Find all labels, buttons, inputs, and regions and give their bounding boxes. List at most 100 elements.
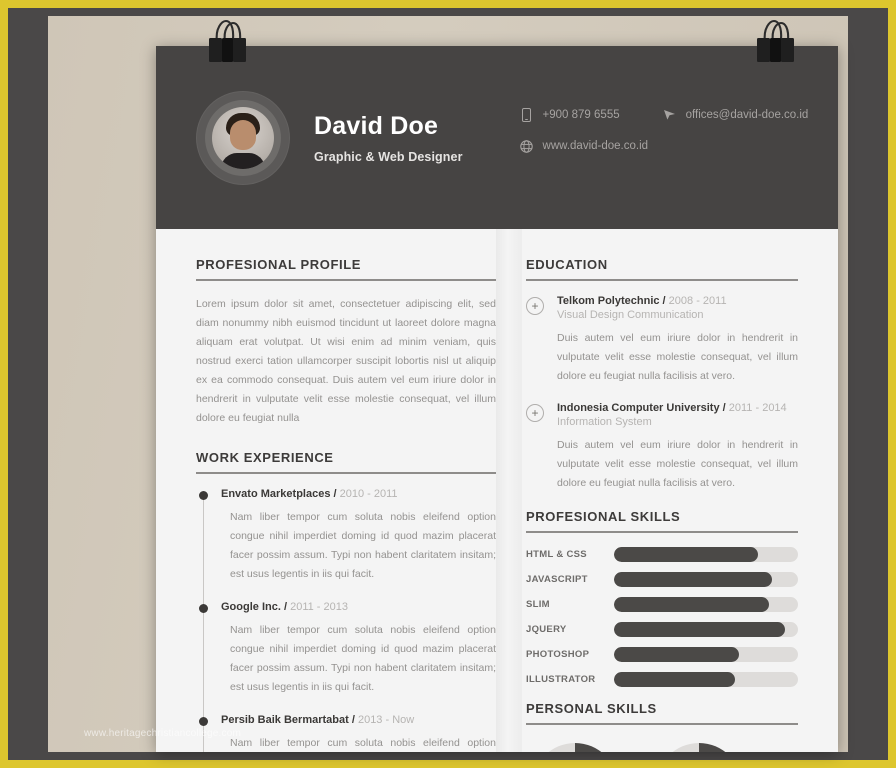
skill-track	[614, 622, 798, 637]
skill-fill	[614, 647, 740, 662]
work-title: WORK EXPERIENCE	[196, 450, 334, 465]
work-text: Nam liber tempor cum soluta nobis eleife…	[230, 624, 496, 693]
skill-track	[614, 647, 798, 662]
skill-row: SLIM	[526, 597, 798, 612]
professional-skills-rule	[526, 531, 798, 533]
skill-fill	[614, 622, 786, 637]
resume-sheet: David Doe Graphic & Web Designer +900 87…	[156, 46, 838, 752]
name-block: David Doe Graphic & Web Designer	[314, 112, 463, 164]
work-item: Google Inc. / 2011 - 2013 Nam liber temp…	[198, 601, 496, 697]
avatar-photo	[212, 106, 274, 169]
profile-text: Lorem ipsum dolor sit amet, consectetuer…	[196, 298, 496, 424]
resume-header: David Doe Graphic & Web Designer +900 87…	[156, 46, 838, 229]
binder-clip-right	[748, 16, 802, 62]
education-title: EDUCATION	[526, 257, 608, 272]
work-org: Envato Marketplaces /	[221, 488, 337, 500]
skill-track	[614, 547, 798, 562]
education-item-main: Indonesia Computer University / 2011 - 2…	[557, 402, 798, 493]
skill-row: ILLUSTRATOR	[526, 672, 798, 687]
section-education: EDUCATION + Telkom Polytechnic / 2008 - …	[526, 257, 798, 493]
professional-skills-title: PROFESIONAL SKILLS	[526, 509, 681, 524]
work-rule	[196, 472, 496, 474]
contact-row-bottom: www.david-doe.co.id	[519, 139, 809, 154]
education-date: 2011 - 2014	[728, 402, 787, 414]
skill-fill	[614, 547, 758, 562]
plus-circle-icon: +	[526, 404, 544, 422]
skill-row: JQUERY	[526, 622, 798, 637]
personal-skills-rule	[526, 723, 798, 725]
watermark-text: www.heritagechristiancollege.com	[84, 728, 242, 739]
skill-row: PHOTOSHOP	[526, 647, 798, 662]
education-head: Telkom Polytechnic / 2008 - 2011	[557, 295, 798, 307]
skill-list: HTML & CSS JAVASCRIPT SLIM JQUERY PHOTOSHOP I…	[526, 547, 798, 687]
section-work-experience: WORK EXPERIENCE Envato Marketplaces / 20…	[196, 450, 496, 752]
section-profile: PROFESIONAL PROFILE Lorem ipsum dolor si…	[196, 257, 496, 428]
education-major: Visual Design Communication	[557, 309, 704, 321]
skill-fill	[614, 597, 769, 612]
education-major: Information System	[557, 416, 652, 428]
right-column: EDUCATION + Telkom Polytechnic / 2008 - …	[496, 229, 838, 752]
work-timeline: Envato Marketplaces / 2010 - 2011 Nam li…	[196, 488, 496, 752]
resume-body: PROFESIONAL PROFILE Lorem ipsum dolor si…	[156, 229, 838, 752]
contact-phone[interactable]: +900 879 6555	[519, 108, 620, 123]
plus-circle-icon: +	[526, 297, 544, 315]
skill-row: JAVASCRIPT	[526, 572, 798, 587]
contact-row-top: +900 879 6555 offices@david-doe.co.id	[519, 108, 809, 123]
contact-email[interactable]: offices@david-doe.co.id	[662, 108, 809, 123]
donut-chart-list	[526, 743, 798, 752]
avatar	[196, 90, 290, 185]
skill-track	[614, 672, 798, 687]
skill-label: SLIM	[526, 599, 550, 610]
education-item: + Telkom Polytechnic / 2008 - 2011 Visua…	[526, 295, 798, 386]
skill-label: JAVASCRIPT	[526, 574, 588, 585]
binder-clip-left	[200, 16, 254, 62]
work-item: Envato Marketplaces / 2010 - 2011 Nam li…	[198, 488, 496, 584]
left-column: PROFESIONAL PROFILE Lorem ipsum dolor si…	[156, 229, 496, 752]
avatar-face	[230, 119, 256, 150]
education-item: + Indonesia Computer University / 2011 -…	[526, 402, 798, 493]
work-org: Google Inc. /	[221, 601, 288, 613]
work-date: 2011 - 2013	[290, 601, 348, 613]
outer-yellow-frame: www.heritagechristiancollege.com David D…	[0, 0, 896, 768]
skill-label: JQUERY	[526, 624, 567, 635]
donut-chart	[532, 743, 618, 752]
globe-icon	[519, 139, 534, 154]
job-title: Graphic & Web Designer	[314, 149, 463, 164]
work-date: 2013 - Now	[357, 714, 415, 726]
profile-rule	[196, 279, 496, 281]
profile-title: PROFESIONAL PROFILE	[196, 257, 362, 272]
work-text: Nam liber tempor cum soluta nobis eleife…	[230, 511, 496, 580]
paper-backdrop: www.heritagechristiancollege.com David D…	[48, 16, 848, 752]
avatar-shoulders	[221, 152, 265, 169]
education-text: Duis autem vel eum iriure dolor in hendr…	[557, 439, 798, 489]
phone-icon	[519, 108, 534, 123]
education-head: Indonesia Computer University / 2011 - 2…	[557, 402, 798, 414]
contact-website[interactable]: www.david-doe.co.id	[519, 139, 648, 154]
personal-skills-title: PERSONAL SKILLS	[526, 701, 657, 716]
education-text: Duis autem vel eum iriure dolor in hendr…	[557, 332, 798, 382]
work-date: 2010 - 2011	[339, 488, 398, 500]
work-item-head: Envato Marketplaces / 2010 - 2011	[221, 488, 496, 500]
skill-track	[614, 597, 798, 612]
work-item-head: Persib Baik Bermartabat / 2013 - Now	[221, 714, 496, 726]
donut-chart	[656, 743, 742, 752]
skill-track	[614, 572, 798, 587]
skill-row: HTML & CSS	[526, 547, 798, 562]
contact-list: +900 879 6555 offices@david-doe.co.id ww…	[519, 108, 809, 170]
contact-email-text: offices@david-doe.co.id	[685, 109, 809, 121]
skill-label: ILLUSTRATOR	[526, 674, 596, 685]
education-school: Telkom Polytechnic /	[557, 295, 666, 307]
work-item: Persib Baik Bermartabat / 2013 - Now Nam…	[198, 714, 496, 752]
section-professional-skills: PROFESIONAL SKILLS HTML & CSS JAVASCRIPT S…	[526, 509, 798, 687]
skill-label: PHOTOSHOP	[526, 649, 590, 660]
page-title: David Doe	[314, 111, 439, 140]
education-school: Indonesia Computer University /	[557, 402, 726, 414]
education-rule	[526, 279, 798, 281]
work-item-head: Google Inc. / 2011 - 2013	[221, 601, 496, 613]
work-org: Persib Baik Bermartabat /	[221, 714, 355, 726]
cursor-icon	[662, 108, 677, 123]
skill-fill	[614, 672, 736, 687]
contact-website-text: www.david-doe.co.id	[542, 140, 649, 152]
avatar-ring	[205, 99, 281, 176]
work-text: Nam liber tempor cum soluta nobis eleife…	[230, 737, 496, 749]
